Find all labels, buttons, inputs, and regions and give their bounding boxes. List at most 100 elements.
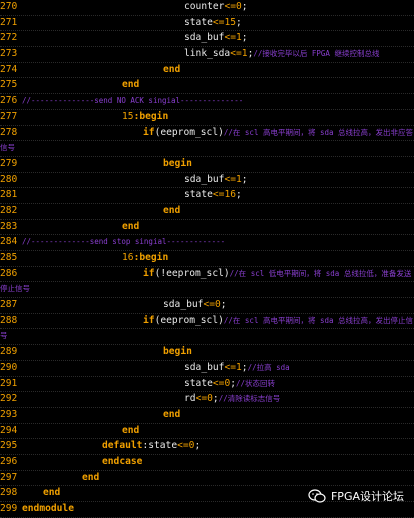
code-text: end: [122, 79, 139, 90]
code-token: <=: [195, 393, 208, 405]
code-text: end: [82, 472, 99, 483]
line-number: 270: [0, 1, 18, 12]
code-text: sda_buf<=1;: [184, 174, 248, 185]
line-number: 298: [0, 487, 18, 499]
code-token: :begin: [133, 252, 169, 263]
code-token: if: [143, 267, 155, 279]
code-line: 停止信号: [0, 282, 414, 299]
line-number: 284: [0, 236, 18, 248]
watermark-text: FPGA设计论坛: [330, 490, 404, 503]
line-number: 285: [0, 252, 18, 263]
code-token: <=: [212, 377, 225, 389]
code-text: end: [163, 409, 180, 420]
code-token: endcase: [102, 455, 143, 467]
line-number: 272: [0, 32, 18, 44]
code-line: 299 endmodule: [0, 502, 414, 518]
code-token: //拉高 sda: [247, 362, 290, 372]
code-text: if(!eeprom_scl)//在 scl 低电平期间，将 sda 总线拉低，…: [143, 268, 411, 279]
code-text: end: [43, 487, 60, 498]
code-text: link_sda<=1;//接收完毕以后 FPGA 继续控制总线: [184, 48, 379, 59]
code-token: end: [163, 204, 181, 216]
code-token: (eeprom_scl): [154, 126, 224, 138]
line-number: 288: [0, 314, 18, 326]
code-view: 270 counter<=0; 271 state<=15; 272 sda_buf<=1…: [0, 0, 414, 518]
code-text: //--------------send NO ACK singial-----…: [22, 95, 243, 106]
code-text: sda_buf<=0;: [163, 299, 227, 310]
code-line: 271 state<=15;: [0, 16, 414, 32]
code-token: <=: [224, 361, 236, 373]
code-token: if: [143, 314, 155, 326]
code-line: 283 end: [0, 220, 414, 236]
code-token: end: [163, 408, 181, 420]
code-text: state<=16;: [184, 189, 242, 200]
code-line: 284 //-------------send stop singial-----…: [0, 235, 414, 251]
line-number: 282: [0, 204, 18, 216]
code-line: 号: [0, 329, 414, 346]
code-token: sda_buf: [184, 32, 225, 44]
code-token: sda_buf: [184, 173, 225, 185]
line-number: 289: [0, 346, 18, 358]
code-line: 286 if(!eeprom_scl)//在 scl 低电平期间，将 sda 总线…: [0, 267, 414, 283]
line-number: 296: [0, 455, 18, 467]
code-token: <=: [203, 299, 215, 311]
code-token: //--------------send NO ACK singial-----…: [22, 96, 244, 106]
code-token: //在 scl 高电平期间，将 sda 总线拉高，发出非应答: [223, 127, 414, 137]
code-token: <=: [224, 1, 236, 12]
code-token: state: [184, 377, 213, 389]
code-token: rd: [184, 393, 196, 405]
code-token: <=: [230, 48, 242, 60]
code-token: //状态回转: [236, 378, 276, 388]
code-text: default:state<=0;: [102, 440, 200, 451]
code-line: 296 endcase: [0, 455, 414, 471]
code-line: 280 sda_buf<=1;: [0, 173, 414, 189]
code-token: 号: [0, 331, 8, 341]
code-text: end: [163, 205, 180, 216]
code-token: endmodule: [22, 503, 74, 514]
code-token: ;: [236, 189, 242, 201]
code-token: ;: [241, 1, 248, 12]
code-text: 号: [0, 330, 8, 341]
code-token: <=: [212, 189, 225, 201]
line-number: 299: [0, 503, 18, 514]
code-token: :begin: [133, 110, 169, 122]
code-token: 信号: [0, 143, 15, 153]
wechat-icon: [308, 489, 326, 503]
watermark: FPGA设计论坛: [308, 488, 404, 504]
code-text: rd<=0;//清除读标志信号: [184, 393, 280, 404]
code-line: 270 counter<=0;: [0, 0, 414, 16]
code-token: <=: [212, 16, 225, 28]
code-line: 276 //--------------send NO ACK singial--…: [0, 94, 414, 110]
code-line: 信号: [0, 141, 414, 157]
code-line: 272 sda_buf<=1;: [0, 31, 414, 48]
code-token: default: [102, 440, 143, 452]
code-token: 16: [122, 252, 134, 263]
code-token: 16: [224, 189, 237, 201]
code-token: <=: [224, 32, 236, 44]
line-number: 286: [0, 267, 18, 279]
code-line: 277 15:begin: [0, 110, 414, 126]
code-text: end: [163, 64, 180, 75]
line-number: 280: [0, 173, 18, 185]
code-token: ;: [241, 173, 248, 185]
code-token: begin: [163, 157, 192, 169]
code-line: 285 16:begin: [0, 251, 414, 267]
code-text: state<=15;: [184, 17, 242, 28]
code-token: end: [82, 471, 100, 483]
code-line: 294 end: [0, 424, 414, 440]
line-number: 275: [0, 79, 18, 91]
code-token: :state: [142, 440, 178, 452]
code-text: begin: [163, 158, 192, 169]
code-line: 297 end: [0, 471, 414, 487]
line-number: 292: [0, 393, 18, 405]
line-number: 274: [0, 63, 18, 75]
line-number: 276: [0, 95, 18, 107]
code-token: sda_buf: [184, 361, 225, 373]
code-token: state: [184, 16, 213, 28]
code-token: <=: [224, 173, 236, 185]
line-number: 291: [0, 377, 18, 389]
code-token: end: [122, 79, 140, 91]
code-line: 279 begin: [0, 157, 414, 173]
code-token: ;: [241, 32, 248, 44]
code-token: end: [43, 487, 61, 499]
code-line: 292 rd<=0;//清除读标志信号: [0, 392, 414, 408]
